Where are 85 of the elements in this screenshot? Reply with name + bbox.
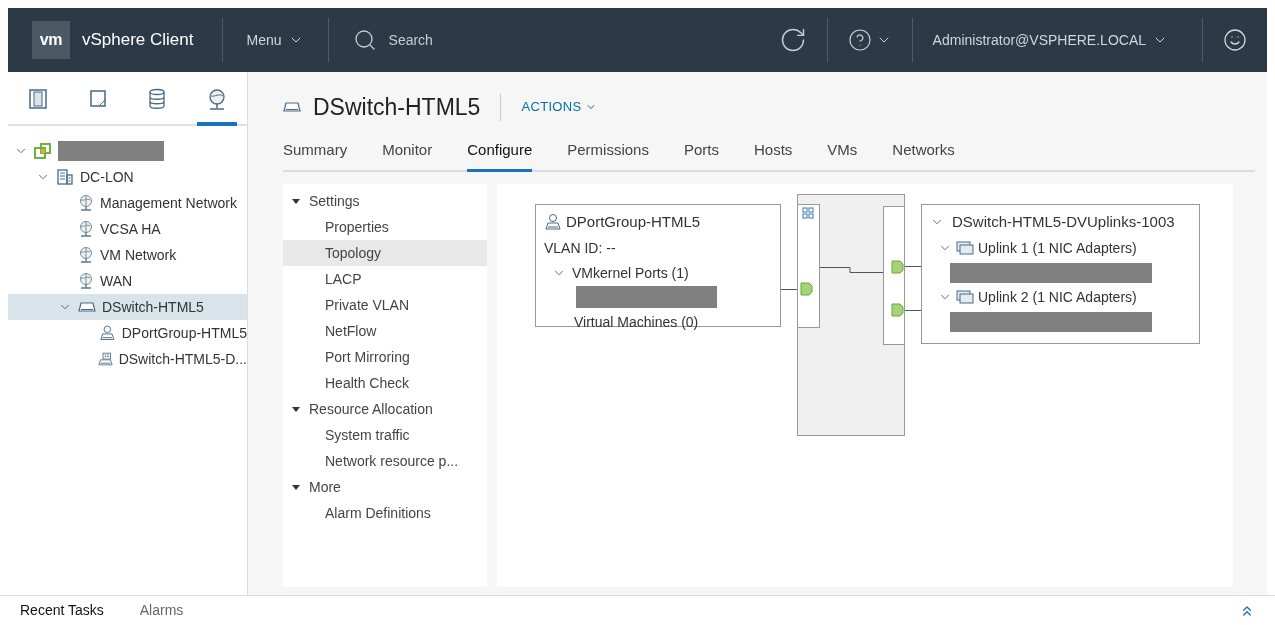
grid-icon[interactable] xyxy=(802,207,814,219)
port-icon xyxy=(891,303,904,317)
tab[interactable]: VMs xyxy=(827,138,858,172)
settings-item[interactable]: Health Check xyxy=(283,370,487,396)
menu-button[interactable]: Menu xyxy=(246,29,304,51)
vlan-id: VLAN ID: -- xyxy=(544,238,617,258)
settings-group[interactable]: More xyxy=(283,474,487,500)
globe-network-icon xyxy=(78,272,94,290)
tab[interactable]: Permissions xyxy=(567,138,649,172)
vmkernel-ports[interactable]: VMkernel Ports (1) xyxy=(572,262,689,284)
tree-item[interactable]: WAN xyxy=(8,268,247,294)
switch-icon xyxy=(283,100,301,114)
triangle-down-icon[interactable] xyxy=(291,404,301,414)
connector-line xyxy=(820,266,883,274)
triangle-down-icon[interactable] xyxy=(291,196,301,206)
tree-item[interactable]: DSwitch-HTML5-D... xyxy=(8,346,247,372)
tree-item[interactable]: Management Network xyxy=(8,190,247,216)
tab[interactable]: Configure xyxy=(467,138,533,172)
uplinks-name[interactable]: DSwitch-HTML5-DVUplinks-1003 xyxy=(952,211,1175,234)
tab[interactable]: Hosts xyxy=(753,138,793,172)
uplink-label[interactable]: Uplink 2 (1 NIC Adapters) xyxy=(978,286,1137,308)
tree-item[interactable]: DC-LON xyxy=(8,164,247,190)
settings-item[interactable]: Private VLAN xyxy=(283,292,487,318)
network-icon xyxy=(207,88,228,112)
vm-icon xyxy=(87,88,108,110)
tree-item-label: WAN xyxy=(100,271,133,291)
settings-group[interactable]: Resource Allocation xyxy=(283,396,487,422)
connector-line xyxy=(905,309,921,312)
settings-item[interactable]: Properties xyxy=(283,214,487,240)
settings-group[interactable]: Settings xyxy=(283,188,487,214)
tree-item[interactable]: VCSA HA xyxy=(8,216,247,242)
connector-line xyxy=(781,288,797,291)
actions-button[interactable]: ACTIONS xyxy=(521,97,598,117)
settings-item[interactable]: System traffic xyxy=(283,422,487,448)
tab[interactable]: Summary xyxy=(283,138,348,172)
bottom-tab[interactable]: Alarms xyxy=(139,600,184,621)
tree-item-label: DSwitch-HTML5 xyxy=(102,297,204,317)
smiley-icon[interactable] xyxy=(1223,28,1247,52)
tab[interactable]: Networks xyxy=(892,138,955,172)
search-field[interactable]: Search xyxy=(352,28,589,52)
bottom-tab[interactable]: Recent Tasks xyxy=(20,600,104,621)
settings-item[interactable]: LACP xyxy=(283,266,487,292)
port-group-icon xyxy=(99,324,116,342)
tree-item-label: DC-LON xyxy=(80,167,134,187)
tree-item[interactable]: DPortGroup-HTML5 xyxy=(8,320,247,346)
nic-icon xyxy=(956,241,974,255)
user-menu[interactable]: Administrator@VSPHERE.LOCAL xyxy=(932,29,1168,51)
tab[interactable]: Ports xyxy=(683,138,719,172)
port-group-icon xyxy=(544,213,562,232)
port-icon xyxy=(800,282,813,296)
tree-item-label: Management Network xyxy=(100,193,237,213)
database-icon xyxy=(147,88,168,110)
uplink-label[interactable]: Uplink 1 (1 NIC Adapters) xyxy=(978,237,1137,259)
tree-item-label: DPortGroup-HTML5 xyxy=(121,323,247,343)
tree-item-label: VM Network xyxy=(100,245,177,265)
settings-item[interactable]: Alarm Definitions xyxy=(283,500,487,526)
settings-item[interactable]: NetFlow xyxy=(283,318,487,344)
nic-icon xyxy=(956,290,974,304)
search-input[interactable]: Search xyxy=(388,29,589,51)
app-title[interactable]: vSphere Client xyxy=(82,27,194,53)
vcenter-icon xyxy=(34,142,52,160)
vm-logo[interactable]: vm xyxy=(32,21,70,59)
tab[interactable]: Monitor xyxy=(382,138,433,172)
port-group-name[interactable]: DPortGroup-HTML5 xyxy=(566,211,701,234)
virtual-machines: Virtual Machines (0) xyxy=(573,312,700,332)
tree-item[interactable]: DSwitch-HTML5 xyxy=(8,294,247,320)
help-icon xyxy=(847,28,872,52)
triangle-down-icon[interactable] xyxy=(291,482,301,492)
search-icon xyxy=(352,28,377,52)
globe-network-icon xyxy=(78,246,94,264)
switch-icon xyxy=(78,300,96,314)
settings-item[interactable]: Port Mirroring xyxy=(283,344,487,370)
port-icon xyxy=(891,260,904,274)
tree-item[interactable]: VM Network xyxy=(8,242,247,268)
settings-item[interactable]: Topology xyxy=(283,240,487,266)
hosts-icon xyxy=(27,88,48,110)
tree-item-label: VCSA HA xyxy=(100,219,161,239)
globe-network-icon xyxy=(78,194,94,212)
uplink-port-group-icon xyxy=(97,350,113,368)
tree-item-label: DSwitch-HTML5-D... xyxy=(118,349,247,369)
building-icon xyxy=(56,168,74,186)
connector-line xyxy=(905,265,921,268)
settings-item[interactable]: Network resource p... xyxy=(283,448,487,474)
globe-network-icon xyxy=(78,220,94,238)
object-title: DSwitch-HTML5 xyxy=(313,92,481,122)
